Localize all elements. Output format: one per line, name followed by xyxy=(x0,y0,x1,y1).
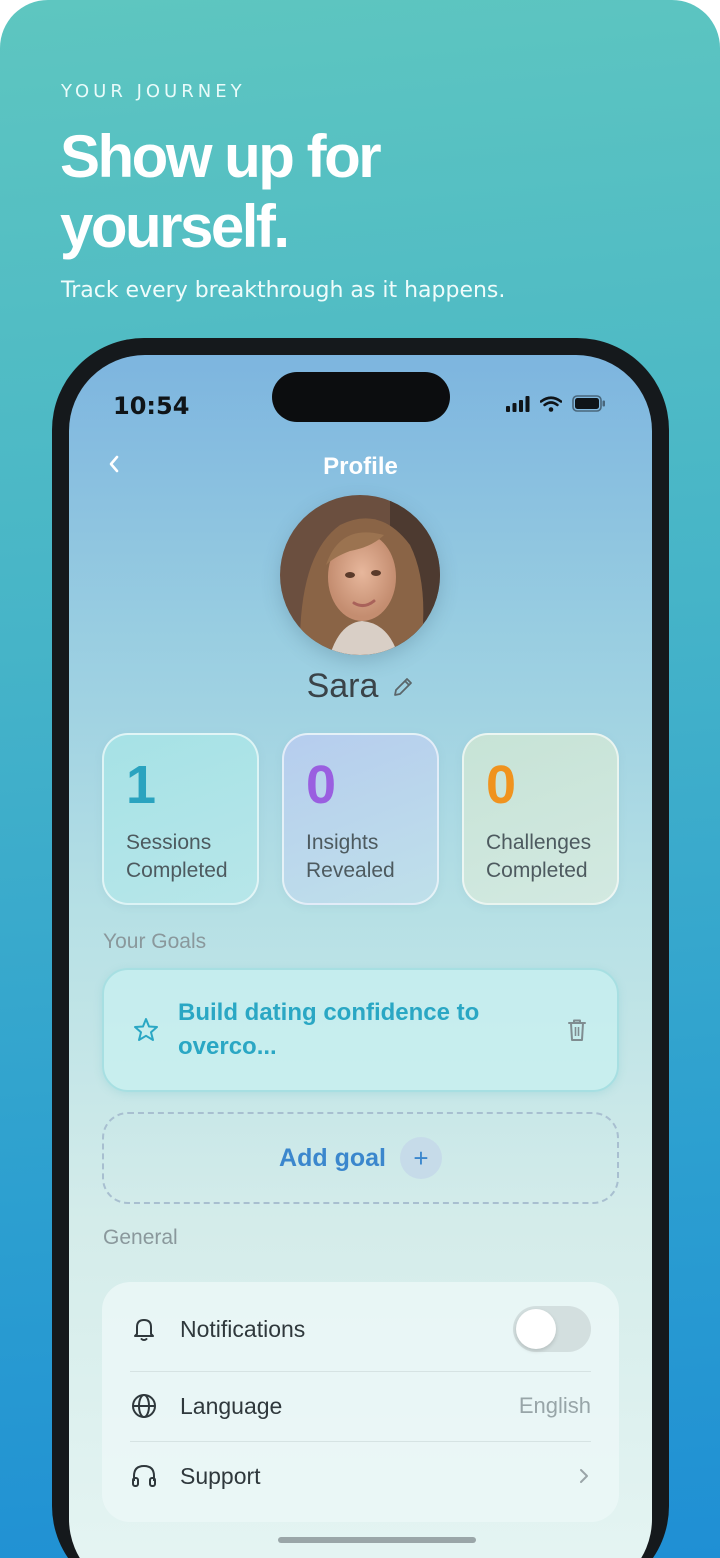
stat-card-sessions[interactable]: 1 Sessions Completed xyxy=(102,733,259,905)
stat-value: 0 xyxy=(306,755,337,815)
signal-icon xyxy=(506,395,530,412)
stat-label: Challenges Completed xyxy=(486,831,592,882)
stat-card-challenges[interactable]: 0 Challenges Completed xyxy=(462,733,619,905)
trash-icon[interactable] xyxy=(565,1017,589,1043)
wifi-icon xyxy=(540,395,562,412)
profile-name: Sara xyxy=(306,667,379,705)
stat-card-insights[interactable]: 0 Insights Revealed xyxy=(282,733,439,905)
add-goal-label: Add goal xyxy=(279,1143,386,1172)
phone-frame: 10:54 Profile Sara 1 Sessions Completed … xyxy=(52,338,669,1558)
app-store-screenshot: YOUR JOURNEY Show up for yourself. Track… xyxy=(0,0,720,1558)
add-goal-button[interactable]: Add goal + xyxy=(102,1112,619,1204)
stats-row: 1 Sessions Completed 0 Insights Revealed… xyxy=(102,733,619,905)
status-icons xyxy=(506,395,606,412)
section-label-goals: Your Goals xyxy=(103,930,207,953)
support-label: Support xyxy=(180,1462,261,1489)
goal-card[interactable]: Build dating confidence to overco... xyxy=(102,968,619,1092)
profile-name-row: Sara xyxy=(69,667,652,706)
settings-row-language[interactable]: Language English xyxy=(130,1386,591,1426)
headline: Show up for yourself. xyxy=(60,123,382,260)
page-title: Profile xyxy=(323,453,398,480)
settings-row-support[interactable]: Support xyxy=(130,1456,591,1496)
star-icon xyxy=(134,1018,158,1041)
dynamic-island xyxy=(272,372,450,422)
divider xyxy=(130,1441,591,1442)
subheadline: Track every breakthrough as it happens. xyxy=(61,278,506,303)
pencil-icon[interactable] xyxy=(392,676,414,698)
stat-value: 1 xyxy=(126,755,157,815)
eyebrow-label: YOUR JOURNEY xyxy=(61,81,246,102)
stat-value: 0 xyxy=(486,755,517,815)
phone-screen: 10:54 Profile Sara 1 Sessions Completed … xyxy=(69,355,652,1558)
stat-label: Sessions Completed xyxy=(126,831,228,882)
globe-icon xyxy=(132,1394,156,1418)
headphones-icon xyxy=(132,1464,156,1487)
goal-text: Build dating confidence to overco... xyxy=(178,999,480,1060)
battery-icon xyxy=(572,395,605,412)
toggle-knob xyxy=(516,1309,556,1349)
stat-label: Insights Revealed xyxy=(306,831,395,882)
bell-icon xyxy=(134,1319,154,1341)
settings-card: Notifications Language English Support xyxy=(102,1282,619,1522)
language-label: Language xyxy=(180,1392,283,1419)
section-label-general: General xyxy=(103,1226,178,1249)
settings-row-notifications[interactable]: Notifications xyxy=(130,1306,591,1352)
chevron-right-icon xyxy=(580,1469,588,1483)
plus-icon: + xyxy=(399,1137,442,1179)
avatar[interactable] xyxy=(280,495,440,655)
notifications-label: Notifications xyxy=(180,1315,306,1342)
language-value: English xyxy=(518,1393,591,1418)
notifications-toggle[interactable] xyxy=(513,1306,591,1352)
home-indicator[interactable] xyxy=(278,1537,476,1543)
divider xyxy=(130,1371,591,1372)
status-time: 10:54 xyxy=(113,392,190,420)
